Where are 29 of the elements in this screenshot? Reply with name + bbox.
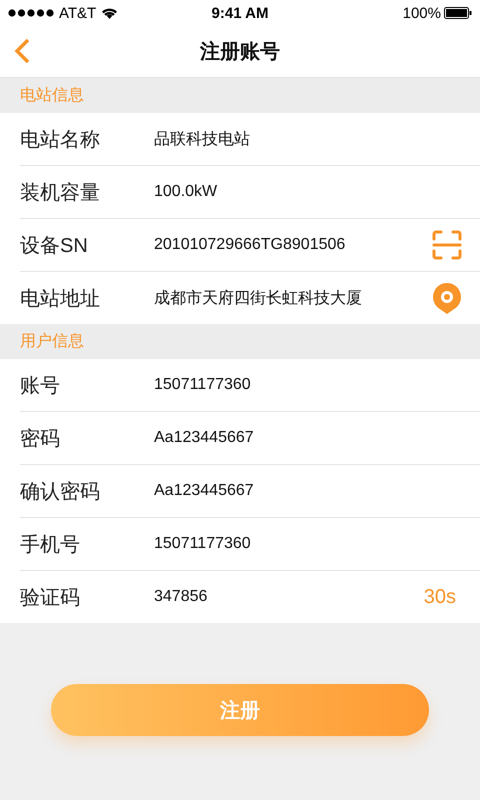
battery-icon bbox=[444, 7, 472, 19]
scan-icon[interactable] bbox=[432, 230, 462, 260]
signal-icon bbox=[8, 9, 54, 17]
input-field[interactable]: 15071177360 bbox=[154, 376, 462, 394]
back-button[interactable] bbox=[12, 38, 32, 66]
input-field[interactable]: Aa123445667 bbox=[154, 429, 462, 447]
field-label: 手机号 bbox=[20, 532, 81, 558]
field-label: 确认密码 bbox=[20, 480, 101, 504]
wifi-icon bbox=[101, 7, 118, 19]
battery-percent: 100% bbox=[402, 4, 441, 22]
page-title: 注册账号 bbox=[200, 40, 280, 65]
input-field[interactable]: 品联科技电站 bbox=[154, 128, 462, 150]
input-field[interactable]: 成都市天府四街长虹科技大厦 bbox=[154, 288, 432, 308]
status-time: 9:41 AM bbox=[212, 4, 268, 22]
input-field[interactable]: 201010729666TG8901506 bbox=[154, 236, 432, 254]
carrier-name: AT&T bbox=[59, 4, 96, 22]
input-field[interactable]: 347856 bbox=[154, 588, 424, 606]
field-label: 账号 bbox=[20, 374, 61, 398]
input-field[interactable]: 100.0kW bbox=[154, 183, 462, 201]
input-field[interactable]: Aa123445667 bbox=[154, 482, 462, 500]
location-pin-icon[interactable] bbox=[432, 282, 462, 314]
field-label: 验证码 bbox=[20, 586, 81, 610]
field-label: 设备SN bbox=[20, 234, 89, 258]
field-label: 电站名称 bbox=[20, 128, 101, 152]
field-label: 电站地址 bbox=[20, 286, 101, 312]
field-label: 密码 bbox=[20, 426, 61, 452]
input-field[interactable]: 15071177360 bbox=[154, 535, 462, 553]
back-icon bbox=[13, 38, 31, 64]
field-label: 装机容量 bbox=[20, 180, 101, 206]
